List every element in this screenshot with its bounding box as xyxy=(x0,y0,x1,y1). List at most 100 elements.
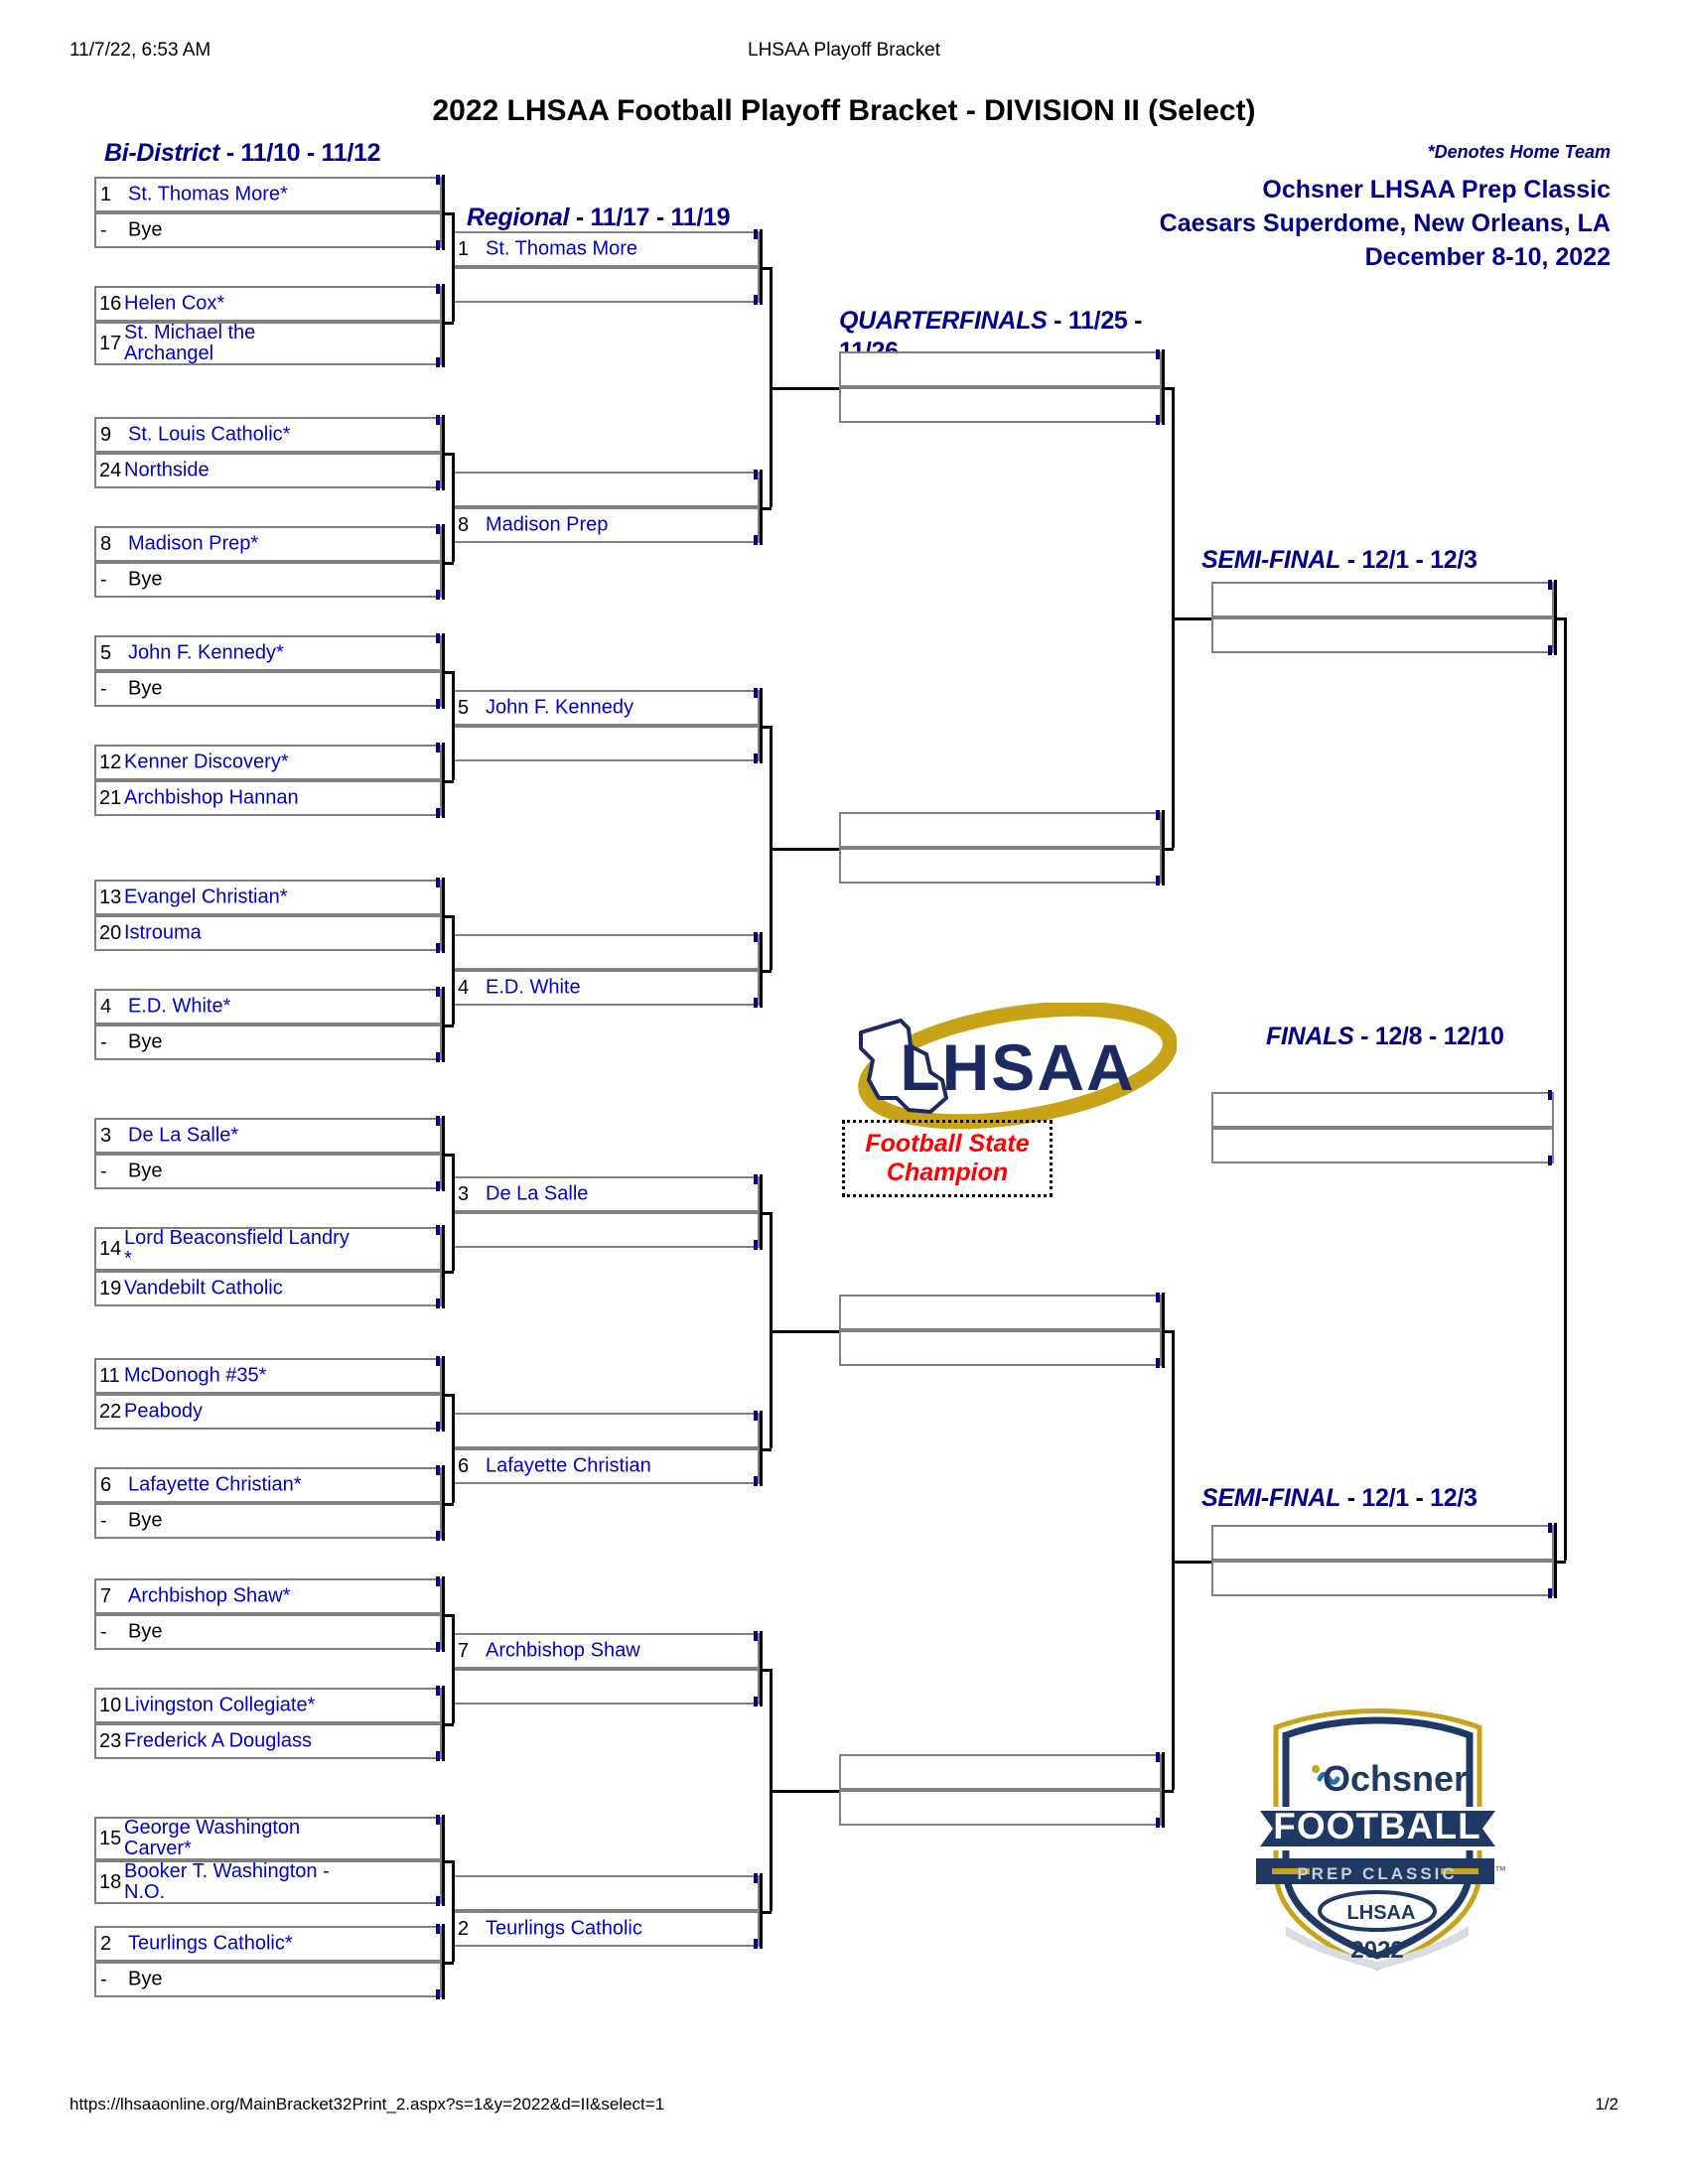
bracket-slot[interactable]: 15 George Washington Carver* xyxy=(94,1817,442,1860)
bracket-slot[interactable] xyxy=(839,351,1162,387)
bracket-slot[interactable]: 6 Lafayette Christian xyxy=(452,1448,760,1484)
bracket-slot[interactable]: 6 Lafayette Christian* xyxy=(94,1467,442,1503)
bracket-slot[interactable]: 18 Booker T. Washington - N.O. xyxy=(94,1860,442,1904)
bracket-edge xyxy=(436,1751,440,1761)
bracket-slot[interactable]: 3 De La Salle xyxy=(452,1176,760,1212)
bracket-slot[interactable] xyxy=(1211,617,1554,653)
bracket-edge xyxy=(436,590,440,600)
bracket-edge xyxy=(754,688,758,698)
bracket-slot[interactable]: 5 John F. Kennedy* xyxy=(94,635,442,671)
slot-team-name: John F. Kennedy* xyxy=(128,641,284,664)
bracket-slot[interactable]: 17 St. Michael the Archangel xyxy=(94,322,442,365)
bracket-slot[interactable]: 12 Kenner Discovery* xyxy=(94,745,442,780)
bracket-slot[interactable]: 19 Vandebilt Catholic xyxy=(94,1271,442,1306)
bracket-slot[interactable]: - Bye xyxy=(94,671,442,707)
bracket-slot[interactable]: 2 Teurlings Catholic* xyxy=(94,1926,442,1962)
bracket-slot[interactable]: 7 Archbishop Shaw* xyxy=(94,1578,442,1614)
bracket-slot[interactable]: 4 E.D. White* xyxy=(94,989,442,1024)
slot-seed: 6 xyxy=(100,1474,112,1496)
slot-seed: 11 xyxy=(99,1365,120,1387)
bracket-slot[interactable] xyxy=(839,1295,1162,1330)
bracket-slot[interactable]: 14 Lord Beaconsfield Landry * xyxy=(94,1227,442,1271)
bracket-slot[interactable] xyxy=(1211,1525,1554,1561)
bracket-slot[interactable] xyxy=(839,848,1162,884)
bracket-slot[interactable] xyxy=(839,812,1162,848)
slot-team-name: Archbishop Hannan xyxy=(124,786,299,809)
bracket-slot[interactable]: 3 De La Salle* xyxy=(94,1118,442,1154)
bracket-slot[interactable] xyxy=(452,1413,760,1448)
bracket-slot[interactable]: - Bye xyxy=(94,1154,442,1189)
bracket-slot[interactable]: - Bye xyxy=(94,212,442,248)
bracket-edge xyxy=(436,1924,440,1934)
bracket-slot[interactable]: 8 Madison Prep xyxy=(452,507,760,543)
svg-text:Ochsner: Ochsner xyxy=(1323,1758,1468,1799)
bracket-slot[interactable]: 11 McDonogh #35* xyxy=(94,1358,442,1394)
bracket-slot[interactable] xyxy=(839,1330,1162,1366)
slot-team-name: Bye xyxy=(128,1030,163,1053)
bracket-slot[interactable]: 7 Archbishop Shaw xyxy=(452,1633,760,1669)
bracket-slot[interactable]: 20 Istrouma xyxy=(94,915,442,951)
bracket-edge xyxy=(754,1631,758,1641)
bracket-connector-horizontal xyxy=(442,1962,454,1965)
bracket-edge xyxy=(754,1939,758,1949)
bracket-slot[interactable]: - Bye xyxy=(94,1962,442,1997)
bracket-edge xyxy=(436,1686,440,1696)
bracket-slot[interactable]: 23 Frederick A Douglass xyxy=(94,1723,442,1759)
slot-team-name: Lafayette Christian xyxy=(486,1454,651,1477)
bracket-slot[interactable]: 8 Madison Prep* xyxy=(94,526,442,562)
bracket-slot[interactable] xyxy=(452,267,760,303)
slot-team-name: John F. Kennedy xyxy=(486,696,633,719)
bracket-slot[interactable] xyxy=(452,1669,760,1705)
bracket-slot[interactable]: 4 E.D. White xyxy=(452,970,760,1006)
bracket-slot[interactable] xyxy=(1211,582,1554,617)
bracket-slot[interactable]: 13 Evangel Christian* xyxy=(94,880,442,915)
bracket-slot[interactable]: 21 Archbishop Hannan xyxy=(94,780,442,816)
bracket-slot[interactable] xyxy=(839,1754,1162,1790)
slot-team-name: E.D. White* xyxy=(128,995,231,1018)
slot-seed: 3 xyxy=(458,1183,470,1205)
bracket-edge xyxy=(436,1576,440,1586)
bracket-slot[interactable] xyxy=(839,1790,1162,1826)
slot-team-name: St. Thomas More xyxy=(486,237,638,260)
bracket-slot[interactable] xyxy=(452,726,760,761)
bracket-slot[interactable] xyxy=(452,1212,760,1248)
bracket-edge xyxy=(1156,810,1160,820)
round-label-bidistrict: Bi-District - 11/10 - 11/12 xyxy=(104,139,381,167)
bracket-slot[interactable]: 9 St. Louis Catholic* xyxy=(94,417,442,453)
bracket-slot[interactable]: 1 St. Thomas More* xyxy=(94,177,442,212)
bracket-connector-horizontal xyxy=(770,387,839,390)
slot-seed: 5 xyxy=(100,642,112,664)
slot-team-name: Vandebilt Catholic xyxy=(124,1277,283,1299)
bracket-slot[interactable]: - Bye xyxy=(94,562,442,598)
bracket-slot[interactable]: 2 Teurlings Catholic xyxy=(452,1911,760,1947)
bracket-connector-horizontal xyxy=(760,1911,772,1914)
slot-seed: 12 xyxy=(99,751,122,773)
bracket-connector-horizontal xyxy=(1162,848,1174,851)
bracket-slot[interactable]: - Bye xyxy=(94,1503,442,1539)
bracket-slot[interactable] xyxy=(1211,1128,1554,1163)
bracket-slot[interactable]: 16 Helen Cox* xyxy=(94,286,442,322)
bracket-slot[interactable]: 24 Northside xyxy=(94,453,442,488)
bracket-connector-vertical xyxy=(1564,617,1567,1561)
bracket-slot[interactable] xyxy=(1211,1561,1554,1596)
slot-seed: 2 xyxy=(100,1933,112,1955)
bracket-slot[interactable] xyxy=(452,1875,760,1911)
bracket-slot[interactable] xyxy=(1211,1092,1554,1128)
bracket-slot[interactable] xyxy=(839,387,1162,423)
bracket-slot[interactable]: 5 John F. Kennedy xyxy=(452,690,760,726)
bracket-edge xyxy=(754,998,758,1008)
bracket-connector-horizontal xyxy=(442,1503,454,1506)
bracket-connector-horizontal xyxy=(442,1723,454,1726)
slot-team-name: Evangel Christian* xyxy=(124,886,288,908)
bracket-slot[interactable]: 10 Livingston Collegiate* xyxy=(94,1688,442,1723)
slot-team-name: Teurlings Catholic xyxy=(486,1917,642,1940)
bracket-slot[interactable] xyxy=(452,472,760,507)
bracket-slot[interactable]: - Bye xyxy=(94,1024,442,1060)
bracket-connector-vertical xyxy=(452,915,455,1024)
bracket-slot[interactable]: - Bye xyxy=(94,1614,442,1650)
bracket-slot[interactable]: 1 St. Thomas More xyxy=(452,231,760,267)
bracket-edge xyxy=(436,480,440,490)
venue-dates: December 8-10, 2022 xyxy=(1364,242,1611,271)
bracket-slot[interactable] xyxy=(452,934,760,970)
bracket-slot[interactable]: 22 Peabody xyxy=(94,1394,442,1430)
